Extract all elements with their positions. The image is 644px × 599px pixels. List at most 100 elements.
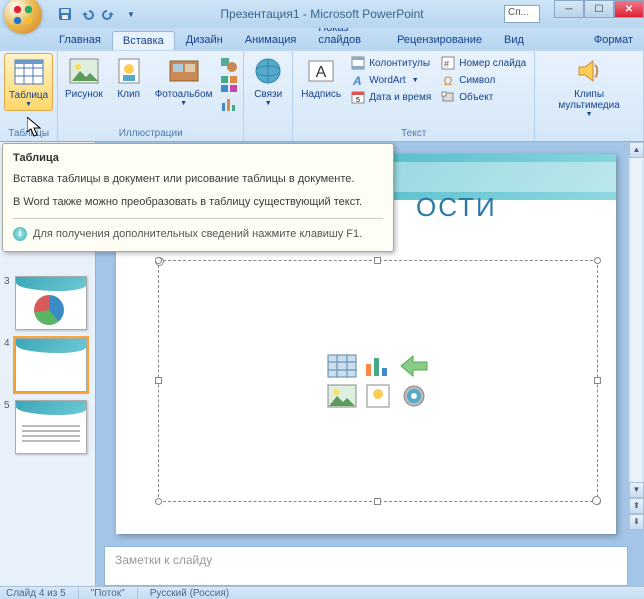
thumb-row[interactable]: 3	[0, 272, 95, 334]
media-clips-button[interactable]: Клипы мультимедиа ▼	[539, 53, 639, 120]
resize-handle[interactable]	[155, 377, 162, 384]
scroll-track[interactable]	[631, 158, 642, 482]
tab-view[interactable]: Вид	[493, 30, 535, 50]
minimize-button[interactable]: ─	[554, 0, 584, 18]
photoalbum-button[interactable]: Фотоальбом ▼	[151, 53, 217, 109]
resize-handle[interactable]	[594, 498, 601, 505]
tab-format[interactable]: Формат	[583, 30, 644, 50]
status-bar: Слайд 4 из 5 "Поток" Русский (Россия)	[0, 586, 644, 599]
tooltip-title: Таблица	[13, 152, 383, 164]
chevron-down-icon: ▼	[180, 100, 187, 107]
picture-button[interactable]: Рисунок	[61, 53, 107, 102]
group-tables: Таблица ▼ Таблицы	[0, 51, 58, 141]
insert-media-icon[interactable]	[399, 384, 429, 408]
resize-handle[interactable]	[374, 498, 381, 505]
chevron-down-icon: ▼	[25, 101, 32, 108]
ribbon: Таблица ▼ Таблицы Рисунок Клип Фотоальбо…	[0, 50, 644, 142]
close-button[interactable]: ✕	[614, 0, 644, 18]
header-footer-icon	[351, 56, 365, 70]
svg-text:#: #	[444, 59, 449, 69]
insert-smartart-icon[interactable]	[399, 354, 429, 378]
symbol-button[interactable]: ΩСимвол	[437, 72, 530, 88]
insert-chart-icon[interactable]	[363, 354, 393, 378]
svg-text:Ω: Ω	[444, 74, 453, 87]
tab-animation[interactable]: Анимация	[234, 30, 308, 50]
quick-access-toolbar: ▼	[56, 5, 140, 23]
group-media: Клипы мультимедиа ▼	[535, 51, 644, 141]
date-time-icon: 5	[351, 90, 365, 104]
group-links: Связи ▼	[244, 51, 293, 141]
chart-icon[interactable]	[220, 95, 238, 113]
thumb-row[interactable]: 5	[0, 396, 95, 458]
slide-number-icon: #	[441, 56, 455, 70]
chevron-down-icon: ▼	[265, 100, 272, 107]
scroll-up-button[interactable]: ▲	[629, 142, 644, 158]
tab-design[interactable]: Дизайн	[175, 30, 234, 50]
tooltip-line: В Word также можно преобразовать в табли…	[13, 195, 383, 210]
scroll-down-button[interactable]: ▼	[629, 482, 644, 498]
group-illustrations: Рисунок Клип Фотоальбом ▼ Иллюстрации	[58, 51, 244, 141]
tab-insert[interactable]: Вставка	[112, 31, 175, 50]
wordart-button[interactable]: AWordArt▼	[347, 72, 435, 88]
prev-slide-button[interactable]: ⬆	[629, 498, 644, 514]
header-footer-button[interactable]: Колонтитулы	[347, 55, 435, 71]
resize-handle[interactable]	[594, 257, 601, 264]
window-title: Презентация1 - Microsoft PowerPoint	[220, 7, 423, 21]
title-bar: ▼ Презентация1 - Microsoft PowerPoint Сп…	[0, 0, 644, 28]
table-button[interactable]: Таблица ▼	[4, 53, 53, 111]
resize-handle[interactable]	[594, 377, 601, 384]
hyperlink-icon	[252, 55, 284, 87]
notes-pane[interactable]: Заметки к слайду	[104, 546, 628, 586]
photoalbum-icon	[168, 55, 200, 87]
undo-icon[interactable]	[78, 5, 96, 23]
tooltip-footer: i Для получения дополнительных сведений …	[13, 218, 383, 241]
qat-dropdown-icon[interactable]: ▼	[122, 5, 140, 23]
save-icon[interactable]	[56, 5, 74, 23]
group-text: A Надпись Колонтитулы AWordArt▼ 5Дата и …	[293, 51, 535, 141]
text-column-1: Колонтитулы AWordArt▼ 5Дата и время	[347, 53, 435, 105]
svg-text:A: A	[316, 64, 327, 81]
clip-button[interactable]: Клип	[109, 53, 149, 102]
next-slide-button[interactable]: ⬇	[629, 514, 644, 530]
help-search-input[interactable]: Сп...	[504, 5, 540, 23]
tooltip: Таблица Вставка таблицы в документ или р…	[2, 143, 394, 252]
insert-picture-icon[interactable]	[327, 384, 357, 408]
redo-icon[interactable]	[100, 5, 118, 23]
table-icon	[13, 56, 45, 88]
status-language: Русский (Россия)	[150, 588, 229, 599]
ribbon-tabs: Главная Вставка Дизайн Анимация Показ сл…	[0, 28, 644, 50]
status-slide-number: Слайд 4 из 5	[6, 588, 79, 599]
content-placeholder[interactable]	[158, 260, 598, 502]
date-time-button[interactable]: 5Дата и время	[347, 89, 435, 105]
tab-review[interactable]: Рецензирование	[386, 30, 493, 50]
svg-text:5: 5	[356, 97, 360, 104]
resize-handle[interactable]	[155, 498, 162, 505]
resize-handle[interactable]	[374, 257, 381, 264]
textbox-button[interactable]: A Надпись	[297, 53, 345, 102]
maximize-button[interactable]: ☐	[584, 0, 614, 18]
object-button[interactable]: Объект	[437, 89, 530, 105]
slide-thumb-3[interactable]	[15, 276, 87, 330]
textbox-icon: A	[305, 55, 337, 87]
window-buttons: ─ ☐ ✕	[554, 0, 644, 18]
slide-thumb-5[interactable]	[15, 400, 87, 454]
vertical-scrollbar[interactable]: ▲ ▼ ⬆ ⬇	[628, 142, 644, 530]
resize-handle[interactable]	[155, 257, 162, 264]
thumb-row[interactable]: 4	[0, 334, 95, 396]
text-column-2: #Номер слайда ΩСимвол Объект	[437, 53, 530, 105]
slide-thumb-4[interactable]	[15, 338, 87, 392]
insert-clipart-icon[interactable]	[363, 384, 393, 408]
status-theme: "Поток"	[91, 588, 138, 599]
slide-title-fragment: ОСТИ	[416, 192, 497, 223]
links-button[interactable]: Связи ▼	[248, 53, 288, 109]
shapes-icon[interactable]	[220, 55, 238, 73]
tab-home[interactable]: Главная	[48, 30, 112, 50]
placeholder-insert-icons	[327, 354, 429, 408]
chevron-down-icon: ▼	[586, 111, 593, 118]
insert-table-icon[interactable]	[327, 354, 357, 378]
slide-number-button[interactable]: #Номер слайда	[437, 55, 530, 71]
illustrations-small	[218, 53, 240, 115]
smartart-icon[interactable]	[220, 75, 238, 93]
speaker-icon	[573, 55, 605, 87]
object-icon	[441, 90, 455, 104]
